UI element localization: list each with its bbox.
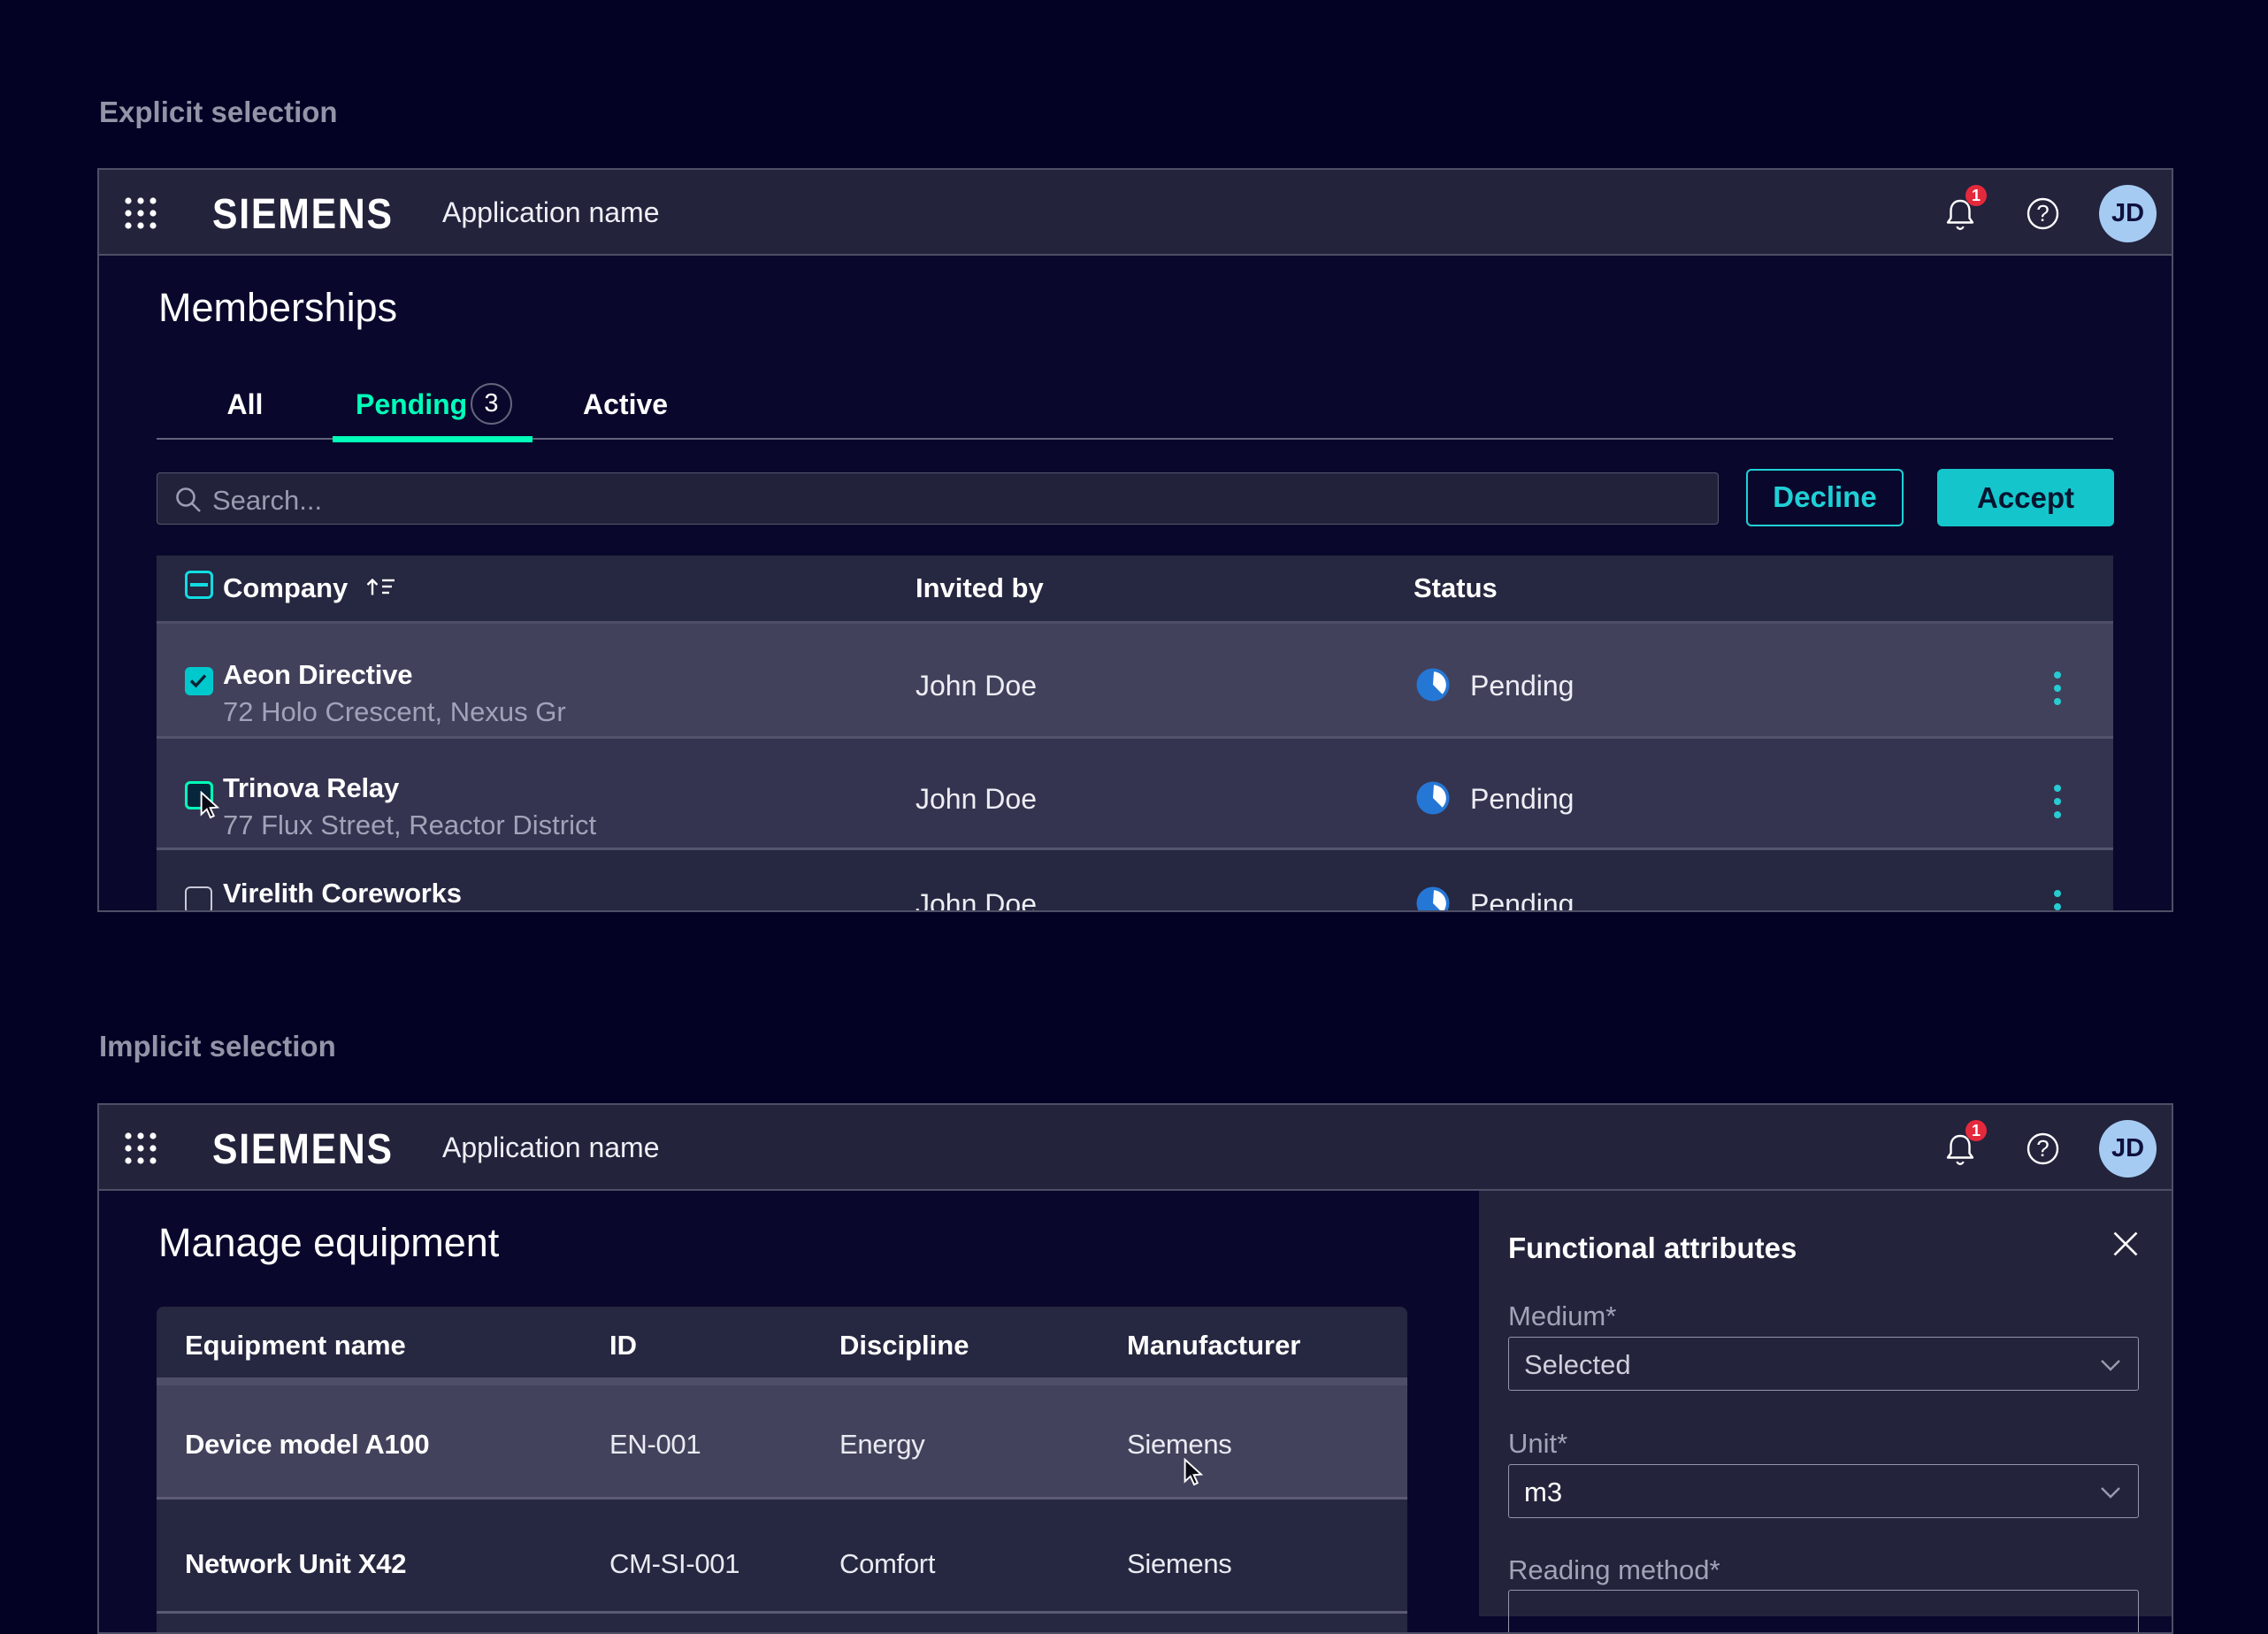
- svg-text:?: ?: [2036, 200, 2049, 226]
- svg-text:?: ?: [2036, 1135, 2049, 1162]
